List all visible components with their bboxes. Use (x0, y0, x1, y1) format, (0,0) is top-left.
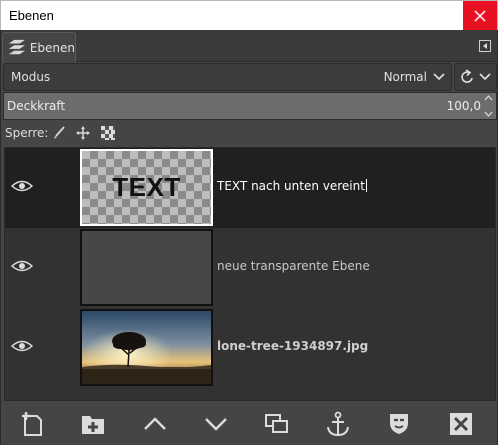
dock-tabbar: Ebenen (1, 30, 497, 62)
layer-toolbar (1, 403, 497, 445)
layer-mask-icon (390, 414, 408, 434)
opacity-value: 100,0 (446, 99, 481, 113)
window-title: Ebenen (9, 8, 54, 23)
layer-thumbnail[interactable] (80, 309, 213, 386)
chevron-down-icon (433, 73, 445, 81)
delete-layer-button[interactable] (444, 408, 478, 440)
move-icon[interactable] (75, 125, 91, 141)
layers-dock: Ebenen Modus Normal Deckkraft 100,0 Sper… (0, 30, 498, 445)
lower-layer-button[interactable] (199, 408, 233, 440)
layer-thumbnail[interactable]: TEXT (80, 149, 213, 226)
lock-label: Sperre: (5, 126, 49, 140)
tab-ebenen[interactable]: Ebenen (2, 32, 76, 62)
raise-layer-button[interactable] (138, 408, 172, 440)
tab-menu-button[interactable] (479, 40, 491, 52)
visibility-eye-icon[interactable] (11, 178, 33, 194)
opacity-spinner[interactable] (484, 95, 493, 117)
chevron-down-icon (479, 73, 491, 81)
new-group-icon (82, 416, 104, 434)
mode-label: Modus (11, 70, 51, 84)
layer-name-editing[interactable]: TEXT nach unten vereint (217, 179, 367, 193)
raise-layer-icon (144, 417, 166, 430)
mode-value: Normal (383, 70, 427, 84)
new-layer-group-button[interactable] (76, 408, 110, 440)
close-icon (474, 10, 486, 22)
visibility-eye-icon[interactable] (11, 258, 33, 274)
opacity-slider[interactable]: Deckkraft 100,0 (3, 92, 497, 120)
duplicate-layer-icon (265, 414, 288, 433)
triangle-left-icon (483, 43, 487, 49)
layer-row[interactable]: neue transparente Ebene (5, 228, 495, 308)
mode-select[interactable]: Modus Normal (3, 63, 452, 91)
layers-stack-icon (8, 39, 26, 54)
new-layer-button[interactable] (15, 408, 49, 440)
composite-mode-button[interactable] (454, 63, 497, 91)
layer-name[interactable]: neue transparente Ebene (217, 259, 370, 273)
reset-mode-icon (461, 69, 473, 83)
layer-row[interactable]: TEXT TEXT nach unten vereint (5, 148, 495, 228)
lock-row: Sperre: (1, 122, 497, 144)
add-layer-mask-button[interactable] (382, 408, 416, 440)
anchor-layer-icon (327, 411, 349, 437)
window-titlebar: Ebenen (0, 0, 498, 31)
layer-name-text: TEXT nach unten vereint (217, 179, 365, 193)
layer-list: TEXT TEXT nach unten vereint neue transp… (4, 147, 496, 401)
thumbnail-text: TEXT (112, 172, 181, 202)
anchor-layer-button[interactable] (321, 408, 355, 440)
spin-up-icon[interactable] (484, 95, 493, 101)
spin-down-icon[interactable] (484, 111, 493, 117)
lone-tree-photo (82, 311, 211, 384)
layer-row[interactable]: lone-tree-1934897.jpg (5, 308, 495, 388)
layer-name[interactable]: lone-tree-1934897.jpg (217, 339, 368, 353)
visibility-eye-icon[interactable] (11, 338, 33, 354)
duplicate-layer-button[interactable] (260, 408, 294, 440)
tab-label: Ebenen (29, 40, 75, 55)
paintbrush-icon[interactable] (51, 125, 67, 141)
opacity-label: Deckkraft (7, 99, 66, 113)
mode-row: Modus Normal (3, 63, 497, 91)
close-window-button[interactable] (463, 1, 497, 31)
lower-layer-icon (205, 418, 227, 431)
alpha-checker-icon[interactable] (100, 125, 116, 141)
text-caret (365, 179, 367, 192)
new-layer-icon (22, 412, 42, 436)
delete-layer-icon (450, 413, 472, 435)
layer-thumbnail[interactable] (80, 229, 213, 306)
